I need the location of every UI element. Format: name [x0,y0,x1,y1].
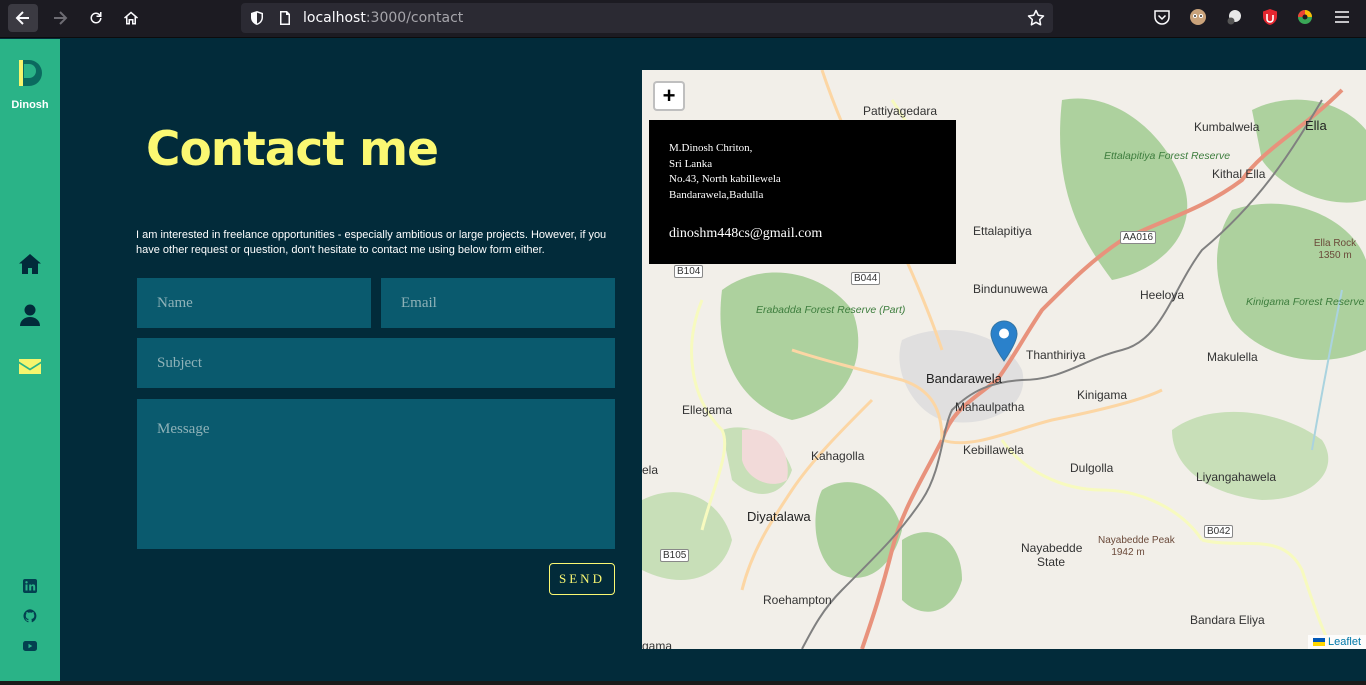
github-link[interactable] [23,609,37,623]
map-label: ela [642,463,659,477]
leaflet-link[interactable]: Leaflet [1328,636,1361,648]
back-button[interactable] [8,4,38,32]
map-label: Thanthiriya [1026,348,1086,362]
map-label: Makulella [1207,350,1258,364]
home-button[interactable] [116,4,146,32]
linkedin-icon [23,579,37,593]
popup-address-line: No.43, North kabillewela [669,173,781,185]
url-path: :3000/contact [365,10,464,26]
map-label: gama [642,639,673,649]
linkedin-link[interactable] [23,579,37,593]
youtube-link[interactable] [23,639,37,653]
map-label: Kinigama [1077,388,1128,402]
home-icon [19,254,41,274]
map-label: Bandara Eliya [1190,613,1265,627]
nav-contact-link[interactable] [18,354,42,378]
bottom-bar [0,681,1366,685]
map-label: B104 [674,265,704,278]
envelope-icon [19,359,41,374]
github-icon [23,609,37,623]
url-bar[interactable]: localhost:3000/contact [241,3,1053,33]
zoom-in-button[interactable]: + [653,81,685,111]
popup-email: dinoshm448cs@gmail.com [669,226,823,241]
map-label: Kumbalwela [1194,120,1260,134]
message-textarea[interactable] [137,399,615,549]
send-button[interactable]: SEND [549,563,615,595]
email-input[interactable] [381,278,615,328]
reload-button[interactable] [81,4,111,32]
menu-icon[interactable] [1333,8,1351,26]
map-label: Kinigama Forest Reserve [1246,296,1365,308]
extension-shield-icon[interactable] [1261,8,1279,26]
youtube-icon [23,641,37,651]
map-label: AA016 [1120,231,1157,244]
shield-icon[interactable] [249,10,265,26]
forward-button[interactable] [45,4,75,32]
map-popup: M.Dinosh Chriton, Sri Lanka No.43, North… [649,120,956,264]
arrow-right-icon [54,11,68,25]
subject-input[interactable] [137,338,615,388]
popup-address-line: Sri Lanka [669,157,713,170]
reload-icon [90,12,102,24]
bookmark-star-icon[interactable] [1027,9,1045,27]
map-label: Kithal Ella [1212,167,1266,181]
browser-toolbar: localhost:3000/contact [0,0,1366,38]
map-label: Mahaulpatha [955,400,1025,414]
logo-icon[interactable] [17,58,43,88]
map-label: Heeloya [1140,288,1185,302]
map-label: Kebillawela [963,443,1024,457]
map-label: Roehampton [763,593,832,607]
arrow-left-icon [15,11,29,25]
pocket-icon[interactable] [1153,8,1171,26]
map-label: Ella Rock [1313,238,1357,249]
map-label: Diyatalawa [747,509,811,524]
map-label: Ellegama [682,403,733,417]
map-label: Ettalapitiya [973,224,1032,238]
map[interactable]: Pattiyagedara Kumbalwela Ella Ettalapiti… [642,70,1366,649]
extension-ghost-icon[interactable] [1225,8,1243,26]
sidebar: Dinosh [0,39,60,685]
map-label: Bandarawela [926,371,1002,386]
popup-address-line: M.Dinosh Chriton, [669,142,753,154]
popup-address: M.Dinosh Chriton, Sri Lanka No.43, North… [669,141,781,203]
map-label: Ettalapitiya Forest Reserve [1104,150,1230,162]
nav-home-link[interactable] [18,252,42,276]
map-label: Ella [1305,118,1327,133]
map-label: Kahagolla [811,449,865,463]
map-label: Bindunuwewa [973,282,1048,296]
map-label: B042 [1204,525,1234,538]
map-label: Pattiyagedara [863,104,938,118]
map-label: B105 [660,549,690,562]
url-host: localhost [303,10,366,26]
map-label: 1942 m [1111,547,1145,558]
map-label: Nayabedde Peak [1098,535,1175,546]
page-icon[interactable] [277,10,293,26]
map-label: Liyangahawela [1196,470,1277,484]
extension-color-icon[interactable] [1296,8,1314,26]
user-icon [20,304,40,326]
map-label: 1350 m [1318,250,1352,261]
map-label: Nayabedde State [1021,541,1083,569]
url-text[interactable]: localhost:3000/contact [303,10,463,26]
map-attribution[interactable]: Leaflet [1307,635,1366,649]
map-label: Dulgolla [1070,461,1114,475]
popup-address-line: Bandarawela,Badulla [669,188,764,201]
map-label: Erabadda Forest Reserve (Part) [756,304,905,316]
name-input[interactable] [137,278,371,328]
map-label: B044 [851,272,881,285]
nav-about-link[interactable] [18,303,42,327]
browser-home-icon [124,11,138,25]
map-marker-icon[interactable] [990,320,1018,362]
extension-avatar-icon[interactable] [1189,8,1207,26]
logo-name[interactable]: Dinosh [0,99,60,111]
page-title: Contact me [146,122,439,177]
intro-text: I am interested in freelance opportuniti… [136,229,607,256]
ukraine-flag-icon [1312,638,1325,647]
